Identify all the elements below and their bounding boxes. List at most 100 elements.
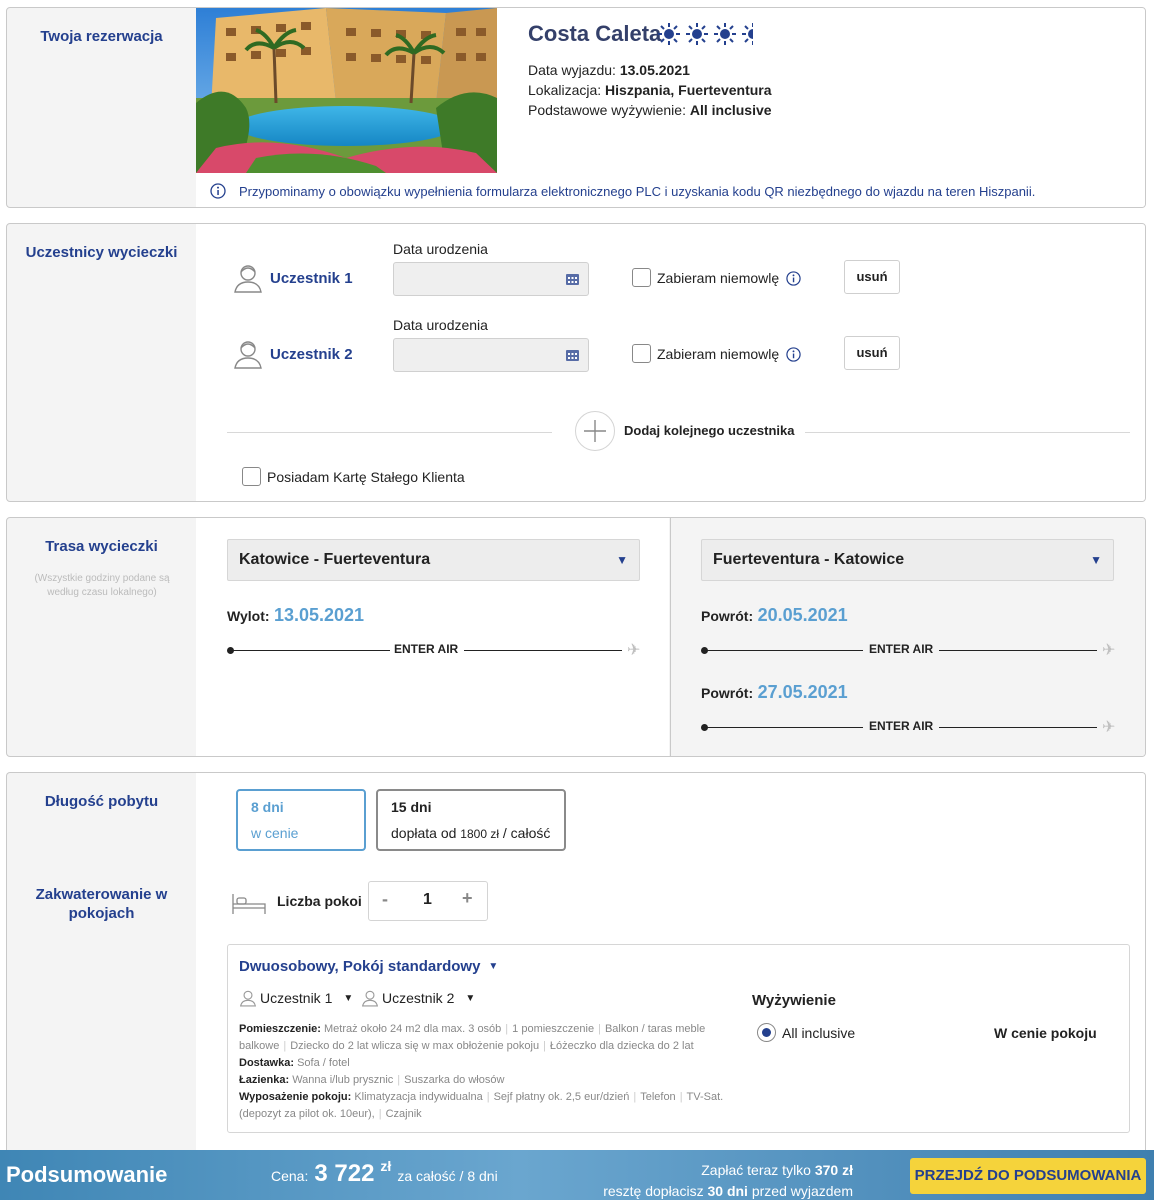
room-type-select[interactable]: Dwuosobowy, Pokój standardowy ▼ <box>239 958 498 975</box>
person-icon <box>234 341 262 369</box>
return-date: 20.05.2021 <box>757 605 848 625</box>
loyalty-card-checkbox[interactable] <box>242 467 261 486</box>
room-desc-item: Łóżeczko dla dziecka do 2 lat <box>549 1040 694 1052</box>
flight-line <box>230 650 390 651</box>
duration-option[interactable]: 15 dni dopłata od 1800 zł / całość <box>376 789 566 851</box>
decrease-button[interactable]: - <box>382 889 388 910</box>
infant-label[interactable]: Zabieram niemowlę <box>657 346 779 362</box>
departure-line: Data wyjazdu: 13.05.2021 <box>528 62 690 78</box>
bath-desc-item: Wanna i/lub prysznic <box>292 1074 394 1086</box>
flight-line <box>464 650 622 651</box>
room-desc-item: Metraż około 24 m2 dla max. 3 osób <box>323 1023 502 1035</box>
duration-option-selected[interactable]: 8 dni w cenie <box>236 789 366 851</box>
accommodation-section-title: Zakwaterowanie w pokojach <box>35 886 168 922</box>
rooms-count-value[interactable]: 1 <box>423 891 432 909</box>
equip-desc-item: Telefon <box>640 1091 676 1103</box>
pay-now-prefix: Zapłać teraz tylko <box>701 1162 811 1178</box>
room-desc-label: Pomieszczenie: <box>239 1023 321 1035</box>
return-airline: ENTER AIR <box>869 642 934 656</box>
extra-desc-item: Sofa / fotel <box>297 1057 350 1069</box>
add-participant-label[interactable]: Dodaj kolejnego uczestnika <box>624 423 795 438</box>
payment-info: Zapłać teraz tylko 370 zł resztę dopłaci… <box>600 1160 853 1202</box>
duration-note: dopłata od 1800 zł / całość <box>391 825 551 841</box>
stay-section-title: Długość pobytu <box>44 793 159 810</box>
info-notice-text: Przypominamy o obowiązku wypełnienia for… <box>239 183 1036 199</box>
sun-star-icon <box>714 23 736 45</box>
loyalty-card-label[interactable]: Posiadam Kartę Stałego Klienta <box>267 469 465 485</box>
airplane-icon: ✈ <box>1102 719 1116 736</box>
room-participant-select[interactable]: Uczestnik 2 ▼ <box>361 989 475 1007</box>
room-type-label[interactable]: Dwuosobowy, Pokój standardowy <box>239 958 480 975</box>
participants-section-title: Uczestnicy wycieczki <box>25 244 178 261</box>
board-radio[interactable] <box>757 1023 776 1042</box>
rest-days: 30 dni <box>707 1183 748 1199</box>
room-desc-item: Dziecko do 2 lat wlicza się w max obłoże… <box>290 1040 540 1052</box>
go-to-summary-button[interactable]: PRZEJDŹ DO PODSUMOWANIA <box>910 1158 1146 1194</box>
room-desc-item: 1 pomieszczenie <box>512 1023 595 1035</box>
hotel-name-text[interactable]: Costa Caleta <box>528 21 661 46</box>
info-icon[interactable] <box>786 271 801 286</box>
return-flight-header[interactable]: Powrót: 20.05.2021 <box>701 605 848 626</box>
info-notice: Przypominamy o obowiązku wypełnienia for… <box>210 183 1140 199</box>
chevron-down-icon[interactable]: ▼ <box>488 961 498 972</box>
hotel-photo[interactable] <box>196 8 497 173</box>
outbound-label: Wylot: <box>227 608 270 624</box>
room-participant-select[interactable]: Uczestnik 1 ▼ <box>239 989 353 1007</box>
participant-row: Uczestnik 1 Data urodzenia Zabieram niem… <box>196 224 1145 304</box>
remove-participant-button[interactable]: usuń <box>844 260 900 294</box>
dob-input[interactable] <box>393 262 589 296</box>
person-icon <box>362 990 378 1007</box>
half-sun-star-icon <box>742 23 753 45</box>
calendar-icon[interactable] <box>566 273 579 285</box>
location-line: Lokalizacja: Hiszpania, Fuerteventura <box>528 82 772 98</box>
room-card: Dwuosobowy, Pokój standardowy ▼ Uczestni… <box>227 944 1130 1133</box>
rooms-stepper[interactable]: - 1 + <box>368 881 488 921</box>
outbound-route-value: Katowice - Fuerteventura <box>239 551 431 568</box>
return-route-select[interactable]: Fuerteventura - Katowice ▼ <box>701 539 1114 581</box>
flight-line <box>704 727 863 728</box>
return-label: Powrót: <box>701 608 754 624</box>
reservation-section: Twoja rezerwacja Costa Caleta Data wyjaz… <box>6 7 1146 208</box>
person-icon <box>240 990 256 1007</box>
chevron-down-icon[interactable]: ▼ <box>343 993 353 1004</box>
return-route-value: Fuerteventura - Katowice <box>713 551 905 568</box>
equip-desc-item: Czajnik <box>385 1108 422 1120</box>
infant-checkbox[interactable] <box>632 344 651 363</box>
add-participant-button[interactable] <box>575 411 615 451</box>
infant-label[interactable]: Zabieram niemowlę <box>657 270 779 286</box>
stay-body: 8 dni w cenie 15 dni dopłata od 1800 zł … <box>196 773 1145 1150</box>
remove-participant-button[interactable]: usuń <box>844 336 900 370</box>
calendar-icon[interactable] <box>566 349 579 361</box>
plus-icon <box>584 420 606 442</box>
return-flight-header[interactable]: Powrót: 27.05.2021 <box>701 682 848 703</box>
duration-note-amount: 1800 zł <box>460 827 499 841</box>
dob-input[interactable] <box>393 338 589 372</box>
dob-label: Data urodzenia <box>393 317 488 333</box>
route-note: (Wszystkie godziny podane są według czas… <box>34 573 170 598</box>
summary-title: Podsumowanie <box>6 1162 168 1187</box>
hotel-name[interactable]: Costa Caleta <box>528 21 661 47</box>
chevron-down-icon: ▼ <box>616 553 628 567</box>
rest-line: resztę dopłacisz 30 dni przed wyjazdem <box>600 1181 853 1202</box>
info-icon[interactable] <box>786 347 801 362</box>
board-radio-dot <box>762 1028 771 1037</box>
room-participant-name[interactable]: Uczestnik 2 <box>382 990 454 1006</box>
extra-desc-label: Dostawka: <box>239 1057 295 1069</box>
room-participant-name[interactable]: Uczestnik 1 <box>260 990 332 1006</box>
chevron-down-icon[interactable]: ▼ <box>465 993 475 1004</box>
divider <box>227 432 552 433</box>
equip-desc-item: Sejf płatny ok. 2,5 eur/dzień <box>493 1091 630 1103</box>
infant-checkbox[interactable] <box>632 268 651 287</box>
bed-icon <box>232 894 266 914</box>
rooms-count-label: Liczba pokoi <box>277 893 362 909</box>
outbound-airline: ENTER AIR <box>394 642 459 656</box>
departure-label: Data wyjazdu: <box>528 62 616 78</box>
info-icon <box>210 183 226 199</box>
board-label: Podstawowe wyżywienie: <box>528 102 686 118</box>
reservation-body: Costa Caleta Data wyjazdu: 13.05.2021 Lo… <box>196 8 1145 207</box>
outbound-route-select[interactable]: Katowice - Fuerteventura ▼ <box>227 539 640 581</box>
price-note: za całość / 8 dni <box>397 1168 498 1184</box>
board-option-label[interactable]: All inclusive <box>782 1025 855 1041</box>
person-icon <box>234 265 262 293</box>
increase-button[interactable]: + <box>462 888 473 909</box>
